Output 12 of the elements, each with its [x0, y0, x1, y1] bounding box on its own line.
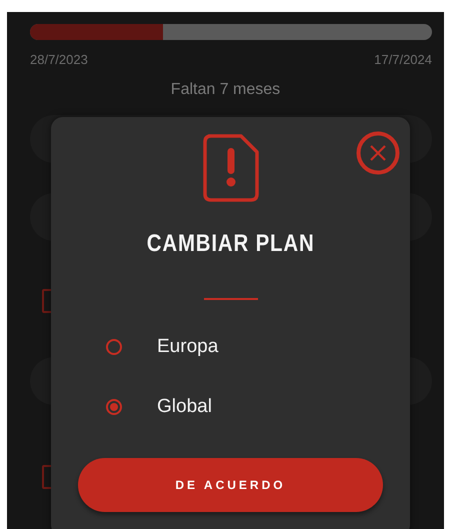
confirm-button[interactable]: DE ACUERDO [78, 458, 383, 512]
close-icon [356, 131, 400, 175]
option-label[interactable]: Global [157, 396, 212, 418]
option-label[interactable]: Europa [157, 336, 218, 358]
close-button[interactable] [356, 131, 400, 175]
remaining-time: Faltan 7 meses [170, 81, 282, 99]
radio-button[interactable] [106, 339, 122, 355]
start-date: 28/7/2023 [30, 52, 88, 67]
document-alert-icon [202, 134, 258, 202]
end-date: 17/7/2024 [374, 52, 432, 67]
radio-button[interactable] [106, 399, 122, 415]
dialog-title: CAMBIAR PLAN [146, 230, 314, 258]
